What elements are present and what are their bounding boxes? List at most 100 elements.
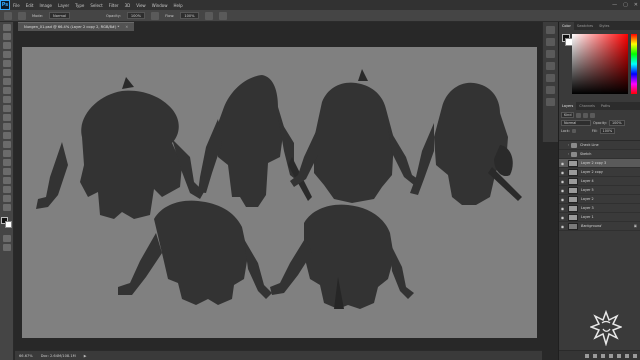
history-panel-icon[interactable] bbox=[546, 26, 555, 34]
quick-select-tool-icon[interactable] bbox=[2, 51, 11, 58]
document-tab[interactable]: Nungen_01.psd @ 66.4% (Layer 2 copy 2, R… bbox=[18, 22, 135, 31]
healing-brush-tool-icon[interactable] bbox=[2, 78, 11, 85]
eye-icon[interactable]: ◉ bbox=[559, 215, 566, 220]
menu-image[interactable]: Image bbox=[36, 3, 55, 8]
menu-file[interactable]: File bbox=[10, 3, 23, 8]
clone-stamp-tool-icon[interactable] bbox=[2, 96, 11, 103]
minimize-icon[interactable]: — bbox=[612, 2, 617, 8]
shape-tool-icon[interactable] bbox=[2, 177, 11, 184]
eye-icon[interactable]: ◉ bbox=[559, 197, 566, 202]
airbrush-icon[interactable] bbox=[204, 11, 213, 20]
maximize-icon[interactable]: ▢ bbox=[623, 2, 628, 8]
mode-select[interactable]: Normal bbox=[49, 12, 71, 19]
color-swatches[interactable] bbox=[0, 217, 13, 229]
info-panel-icon[interactable] bbox=[546, 98, 555, 106]
layer-row[interactable]: ◉ Layer 5 bbox=[559, 186, 640, 195]
layer-row-active[interactable]: ◉ Layer 2 copy 3 bbox=[559, 159, 640, 168]
type-tool-icon[interactable] bbox=[2, 159, 11, 166]
opacity-field[interactable]: 100% bbox=[126, 12, 146, 19]
marquee-tool-icon[interactable] bbox=[2, 33, 11, 40]
eraser-tool-icon[interactable] bbox=[2, 114, 11, 121]
gradient-tool-icon[interactable] bbox=[2, 123, 11, 130]
menu-view[interactable]: View bbox=[133, 3, 149, 8]
flow-field[interactable]: 100% bbox=[180, 12, 199, 19]
screen-mode-icon[interactable] bbox=[2, 244, 11, 251]
close-icon[interactable]: ✕ bbox=[634, 2, 638, 8]
menu-edit[interactable]: Edit bbox=[23, 3, 37, 8]
eye-icon[interactable]: ◉ bbox=[559, 170, 566, 175]
character-panel-icon[interactable] bbox=[546, 74, 555, 82]
layer-row[interactable]: ◉ Layer 4 bbox=[559, 177, 640, 186]
zoom-level[interactable]: 66.67% bbox=[19, 354, 33, 358]
layer-opacity-field[interactable]: 100% bbox=[608, 120, 625, 126]
zoom-tool-icon[interactable] bbox=[2, 195, 11, 202]
layer-row[interactable]: › Sketch bbox=[559, 150, 640, 159]
menu-window[interactable]: Window bbox=[149, 3, 171, 8]
menu-layer[interactable]: Layer bbox=[55, 3, 72, 8]
add-mask-icon[interactable] bbox=[601, 353, 605, 358]
blur-tool-icon[interactable] bbox=[2, 132, 11, 139]
tab-paths[interactable]: Paths bbox=[598, 102, 613, 110]
paragraph-panel-icon[interactable] bbox=[546, 86, 555, 94]
adjustments-panel-icon[interactable] bbox=[546, 50, 555, 58]
hand-tool-icon[interactable] bbox=[2, 186, 11, 193]
brush-preset-icon[interactable] bbox=[18, 11, 26, 20]
tab-color[interactable]: Color bbox=[559, 22, 574, 30]
more-tools-icon[interactable] bbox=[2, 204, 11, 211]
pen-tool-icon[interactable] bbox=[2, 150, 11, 157]
brush-tool-icon[interactable] bbox=[4, 11, 12, 20]
new-layer-icon[interactable] bbox=[625, 353, 629, 358]
pressure-opacity-icon[interactable] bbox=[151, 11, 160, 20]
history-brush-tool-icon[interactable] bbox=[2, 105, 11, 112]
color-saturation-field[interactable] bbox=[572, 34, 628, 94]
eye-icon[interactable]: ◉ bbox=[559, 206, 566, 211]
layer-row[interactable]: ◉ Layer 3 bbox=[559, 204, 640, 213]
tab-swatches[interactable]: Swatches bbox=[574, 22, 596, 30]
menu-type[interactable]: Type bbox=[72, 3, 87, 8]
crop-tool-icon[interactable] bbox=[2, 60, 11, 67]
quick-mask-icon[interactable] bbox=[2, 235, 11, 242]
tab-layers[interactable]: Layers bbox=[559, 102, 577, 110]
link-layers-icon[interactable] bbox=[585, 353, 589, 358]
hue-slider[interactable] bbox=[631, 34, 637, 94]
properties-panel-icon[interactable] bbox=[546, 38, 555, 46]
eye-icon[interactable]: ◉ bbox=[559, 179, 566, 184]
menu-help[interactable]: Help bbox=[170, 3, 185, 8]
move-tool-icon[interactable] bbox=[2, 24, 11, 31]
filter-pixel-icon[interactable] bbox=[576, 112, 582, 118]
delete-layer-icon[interactable] bbox=[633, 353, 637, 358]
tab-channels[interactable]: Channels bbox=[576, 102, 598, 110]
layer-row[interactable]: › Check Line bbox=[559, 141, 640, 150]
brush-tool-icon[interactable] bbox=[2, 87, 11, 94]
pressure-size-icon[interactable] bbox=[218, 11, 227, 20]
filter-type-icon[interactable] bbox=[590, 112, 596, 118]
document-canvas[interactable] bbox=[22, 47, 537, 338]
menu-select[interactable]: Select bbox=[87, 3, 105, 8]
eyedropper-tool-icon[interactable] bbox=[2, 69, 11, 76]
eye-icon[interactable]: ◉ bbox=[559, 224, 566, 229]
layer-row-background[interactable]: ◉ Background ▣ bbox=[559, 222, 640, 231]
eye-icon[interactable]: ◉ bbox=[559, 161, 566, 166]
path-select-tool-icon[interactable] bbox=[2, 168, 11, 175]
lock-icon[interactable] bbox=[571, 129, 576, 133]
menu-filter[interactable]: Filter bbox=[106, 3, 122, 8]
layer-fill-field[interactable]: 100% bbox=[599, 128, 616, 134]
layer-row[interactable]: ◉ Layer 1 bbox=[559, 213, 640, 222]
layer-style-icon[interactable] bbox=[593, 353, 597, 358]
close-tab-icon[interactable]: ✕ bbox=[125, 25, 128, 29]
status-menu-arrow-icon[interactable]: ▶ bbox=[84, 354, 87, 358]
dodge-tool-icon[interactable] bbox=[2, 141, 11, 148]
blend-mode-select[interactable]: Normal bbox=[561, 120, 591, 126]
brush-panel-icon[interactable] bbox=[546, 62, 555, 70]
layer-row[interactable]: ◉ Layer 2 bbox=[559, 195, 640, 204]
layer-filter-kind[interactable]: Kind bbox=[561, 112, 575, 118]
eye-icon[interactable]: ◉ bbox=[559, 188, 566, 193]
filter-adjustment-icon[interactable] bbox=[583, 112, 589, 118]
new-group-icon[interactable] bbox=[617, 353, 621, 358]
menu-3d[interactable]: 3D bbox=[122, 3, 134, 8]
photoshop-logo-icon[interactable]: Ps bbox=[0, 0, 10, 10]
background-color-swatch[interactable] bbox=[4, 221, 12, 228]
adjustment-layer-icon[interactable] bbox=[609, 353, 613, 358]
tab-styles[interactable]: Styles bbox=[596, 22, 612, 30]
layer-row[interactable]: ◉ Layer 2 copy bbox=[559, 168, 640, 177]
